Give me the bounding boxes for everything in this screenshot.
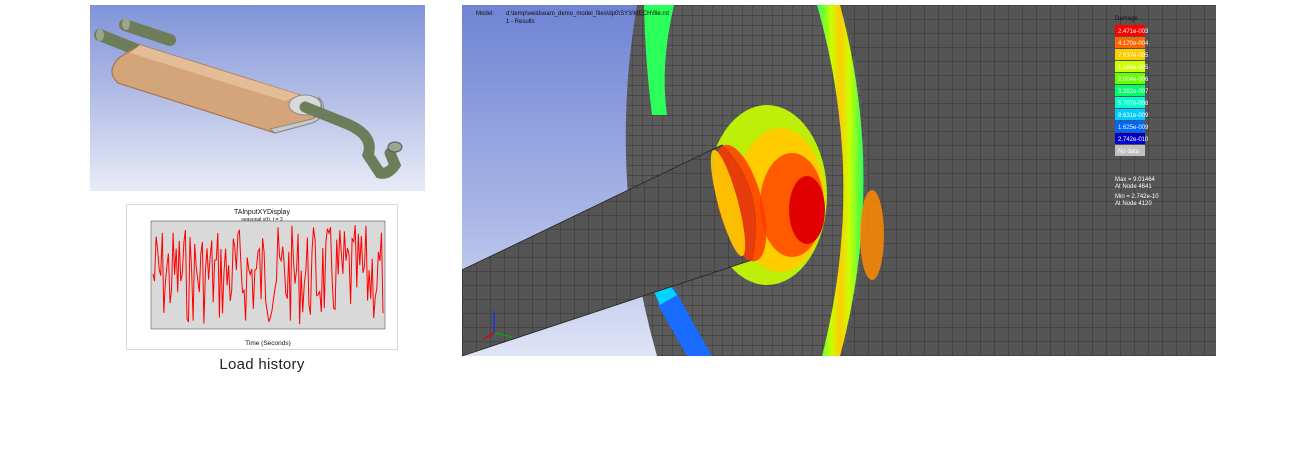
outer-cylinder <box>817 5 1216 356</box>
max-node-text: At Node 4641 <box>1115 184 1152 190</box>
muffler-image <box>94 18 403 179</box>
legend-label: 5.707e-008 <box>1118 101 1149 107</box>
load-history-plot: TAlnputXYDisplay seasonal x(t), t = 3 Ti… <box>150 209 386 347</box>
model-path: d:\temp\weldseam_demo_model_files\dp0\SY… <box>506 11 669 17</box>
legend-label: 9.631e-009 <box>1118 113 1149 119</box>
legend-label: 4.170e-004 <box>1118 41 1149 47</box>
legend-label: 2.742e-010 <box>1118 137 1149 143</box>
x-axis-label: Time (Seconds) <box>245 340 291 347</box>
legend-label: 7.037e-005 <box>1118 53 1149 59</box>
legend-label: 2.004e-006 <box>1118 77 1149 83</box>
legend-label: 3.382e-007 <box>1118 89 1149 95</box>
model-label: Model: <box>476 11 494 17</box>
legend-title: Damage <box>1115 16 1138 22</box>
load-history-chart: TAlnputXYDisplay seasonal x(t), t = 3 Ti… <box>126 204 398 350</box>
chart-title: TAlnputXYDisplay <box>234 209 290 216</box>
max-value-text: Max = 9.01464 <box>1115 177 1156 183</box>
legend-label: No data <box>1118 149 1140 155</box>
fea-result-view: Model: d:\temp\weldseam_demo_model_files… <box>462 5 1216 356</box>
result-set-label: 1 - Results <box>506 19 535 25</box>
muffler-render <box>90 5 425 191</box>
legend-label: 1.625e-009 <box>1118 125 1149 131</box>
load-history-caption: Load history <box>219 356 305 373</box>
fea-mesh-render: Model: d:\temp\weldseam_demo_model_files… <box>462 5 1216 356</box>
legend-label: 2.471e-003 <box>1118 29 1149 35</box>
legend-label: 1.188e-005 <box>1118 65 1149 71</box>
min-value-text: Min = 2.742e-10 <box>1115 194 1159 200</box>
min-node-text: At Node 4120 <box>1115 201 1152 207</box>
